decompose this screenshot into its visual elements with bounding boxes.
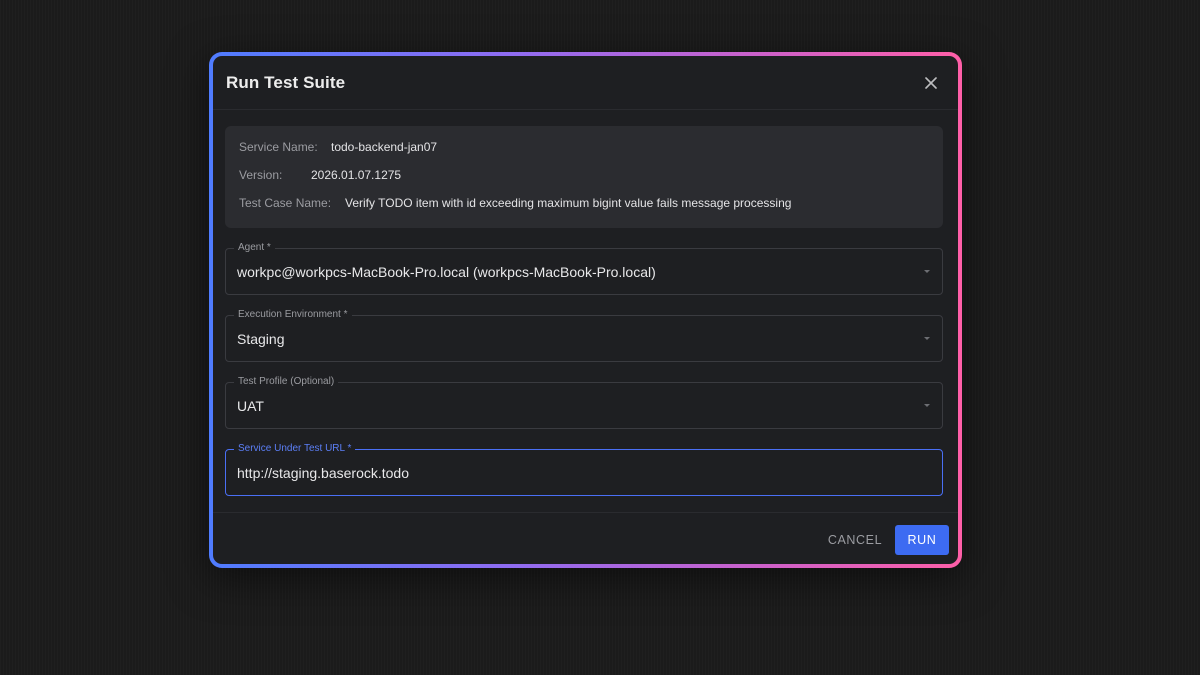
test-info-panel: Service Name: todo-backend-jan07 Version…: [225, 126, 943, 228]
service-name-label: Service Name:: [239, 140, 318, 154]
test-case-label: Test Case Name:: [239, 196, 332, 210]
footer-divider: [213, 512, 958, 513]
test-case-value: Verify TODO item with id exceeding maxim…: [345, 196, 792, 210]
agent-value: workpc@workpcs-MacBook-Pro.local (workpc…: [237, 264, 656, 280]
dialog-title: Run Test Suite: [226, 72, 346, 92]
version-row: Version: 2026.01.07.1275: [239, 167, 929, 195]
chevron-down-icon: [924, 404, 930, 407]
chevron-down-icon: [924, 337, 930, 340]
service-url-input[interactable]: Service Under Test URL * http://staging.…: [225, 443, 943, 496]
cancel-button[interactable]: CANCEL: [825, 525, 885, 555]
agent-label: Agent *: [234, 242, 275, 254]
chevron-down-icon: [924, 270, 930, 273]
execution-environment-select[interactable]: Execution Environment * Staging: [225, 309, 943, 362]
version-label: Version:: [239, 168, 283, 182]
service-name-row: Service Name: todo-backend-jan07: [239, 139, 929, 167]
service-url-value[interactable]: http://staging.baserock.todo: [237, 465, 409, 482]
test-profile-select[interactable]: Test Profile (Optional) UAT: [225, 376, 943, 429]
dialog-frame: Run Test Suite Service Name: todo-backen…: [209, 52, 962, 568]
dialog-header: Run Test Suite: [213, 56, 958, 110]
version-value: 2026.01.07.1275: [311, 168, 402, 182]
test-case-row: Test Case Name: Verify TODO item with id…: [239, 195, 929, 223]
test-profile-value: UAT: [237, 398, 264, 414]
service-name-value: todo-backend-jan07: [331, 140, 438, 154]
execution-environment-value: Staging: [237, 331, 285, 347]
close-button[interactable]: [919, 71, 943, 95]
close-icon: [925, 76, 937, 89]
test-profile-label: Test Profile (Optional): [234, 376, 339, 388]
run-test-suite-dialog: Run Test Suite Service Name: todo-backen…: [213, 56, 958, 564]
run-button[interactable]: RUN: [895, 525, 949, 555]
agent-select[interactable]: Agent * workpc@workpcs-MacBook-Pro.local…: [225, 242, 943, 295]
execution-environment-label: Execution Environment *: [234, 309, 352, 321]
service-url-label: Service Under Test URL *: [234, 443, 356, 455]
